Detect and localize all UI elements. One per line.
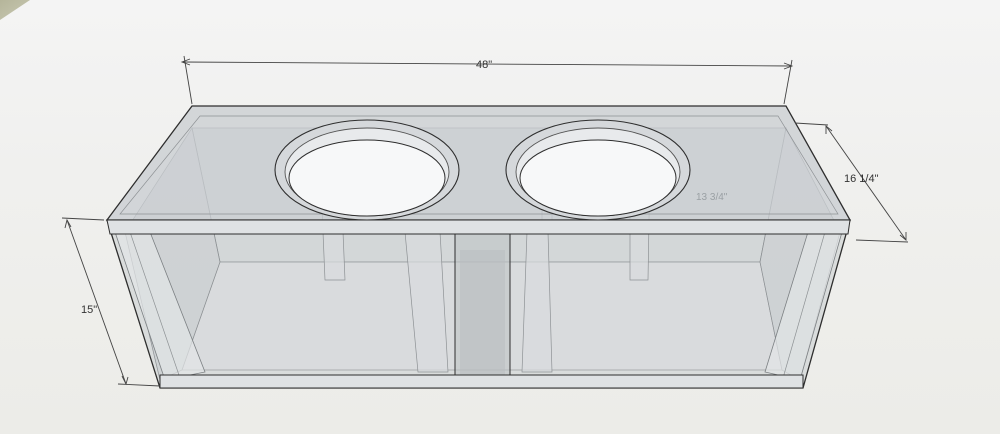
divider-gap: [460, 250, 505, 375]
height-label: 15": [81, 304, 97, 316]
bottom-edge-band: [159, 374, 804, 389]
ground-plane: [0, 0, 30, 20]
width-label: 48": [476, 59, 492, 71]
subwoofer-box-model[interactable]: 48" 16 1/4" 15" 13 3/4": [0, 0, 1000, 434]
modeling-viewport[interactable]: 48" 16 1/4" 15" 13 3/4": [0, 0, 1000, 434]
woofer-cutout-right[interactable]: [505, 119, 691, 221]
top-face[interactable]: [105, 105, 852, 221]
inner-dimension-label: 13 3/4": [696, 192, 728, 203]
front-top-band: [106, 219, 851, 235]
depth-label: 16 1/4": [844, 173, 879, 185]
woofer-cutout-left[interactable]: [274, 119, 460, 221]
